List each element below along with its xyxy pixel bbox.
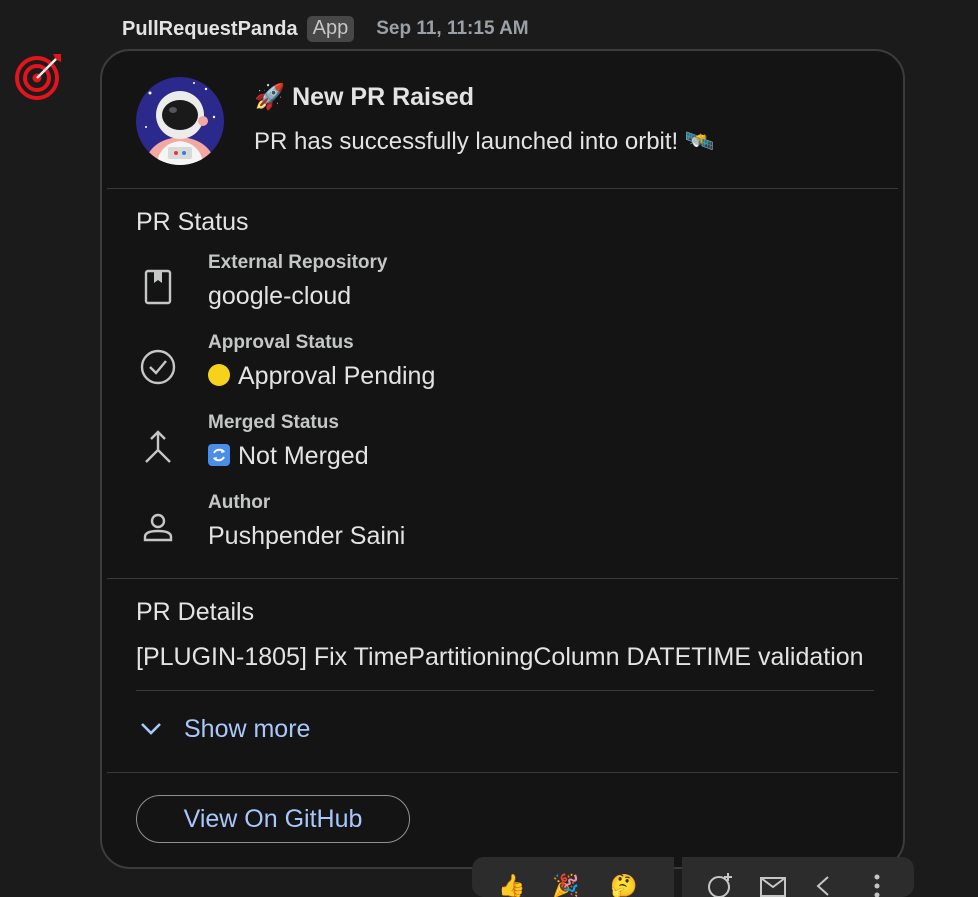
person-icon bbox=[136, 492, 180, 562]
pr-card: 🚀 New PR Raised PR has successfully laun… bbox=[100, 49, 905, 869]
pr-details-text: [PLUGIN-1805] Fix TimePartitioningColumn… bbox=[136, 643, 864, 672]
yellow-circle-icon bbox=[208, 364, 230, 386]
reaction-bar: 👍 🎉 🤔 bbox=[472, 857, 674, 897]
details-divider bbox=[136, 690, 874, 691]
pr-details-title: PR Details bbox=[136, 598, 254, 627]
repository-label: External Repository bbox=[208, 252, 388, 274]
app-badge: App bbox=[307, 16, 355, 42]
target-icon bbox=[13, 50, 65, 102]
card-subtitle: PR has successfully launched into orbit!… bbox=[254, 127, 715, 156]
approval-row: Approval Status Approval Pending bbox=[136, 332, 836, 402]
thumbs-up-icon[interactable]: 👍 bbox=[498, 873, 525, 897]
message-actions-bar bbox=[682, 857, 914, 897]
approval-label: Approval Status bbox=[208, 332, 354, 354]
view-on-github-button[interactable]: View On GitHub bbox=[136, 795, 410, 843]
more-vert-icon[interactable] bbox=[862, 871, 892, 897]
chevron-down-icon bbox=[136, 714, 166, 744]
repository-value: google-cloud bbox=[208, 282, 351, 311]
merged-row: Merged Status Not Merged bbox=[136, 412, 836, 482]
footer-divider bbox=[107, 772, 898, 773]
author-value: Pushpender Saini bbox=[208, 522, 405, 551]
header-divider bbox=[107, 188, 898, 189]
author-row: Author Pushpender Saini bbox=[136, 492, 836, 562]
add-reaction-icon[interactable] bbox=[706, 871, 736, 897]
approval-value: Approval Pending bbox=[238, 362, 435, 390]
message-header: PullRequestPanda App Sep 11, 11:15 AM bbox=[122, 14, 529, 44]
show-more-button[interactable]: Show more bbox=[136, 711, 310, 747]
mail-icon[interactable] bbox=[758, 871, 788, 897]
approval-value-container: Approval Pending bbox=[208, 362, 435, 391]
party-popper-icon[interactable]: 🎉 bbox=[552, 873, 579, 897]
check-circle-icon bbox=[136, 332, 180, 402]
status-divider bbox=[107, 578, 898, 579]
merge-icon bbox=[136, 412, 180, 482]
bot-avatar[interactable] bbox=[13, 50, 65, 102]
timestamp: Sep 11, 11:15 AM bbox=[376, 18, 528, 40]
pr-status-title: PR Status bbox=[136, 208, 249, 237]
author-label: Author bbox=[208, 492, 270, 514]
reply-icon[interactable] bbox=[810, 871, 840, 897]
card-title: 🚀 New PR Raised bbox=[254, 83, 474, 112]
book-icon bbox=[136, 252, 180, 322]
merged-value-container: Not Merged bbox=[208, 442, 369, 471]
merged-label: Merged Status bbox=[208, 412, 339, 434]
astronaut-avatar bbox=[136, 77, 224, 165]
show-more-label: Show more bbox=[184, 715, 310, 744]
card-header: 🚀 New PR Raised PR has successfully laun… bbox=[136, 77, 903, 167]
face-icon[interactable]: 🤔 bbox=[610, 873, 637, 897]
repository-row: External Repository google-cloud bbox=[136, 252, 836, 322]
sync-arrows-icon bbox=[208, 444, 230, 466]
sender-name[interactable]: PullRequestPanda bbox=[122, 18, 298, 41]
merged-value: Not Merged bbox=[238, 442, 369, 470]
